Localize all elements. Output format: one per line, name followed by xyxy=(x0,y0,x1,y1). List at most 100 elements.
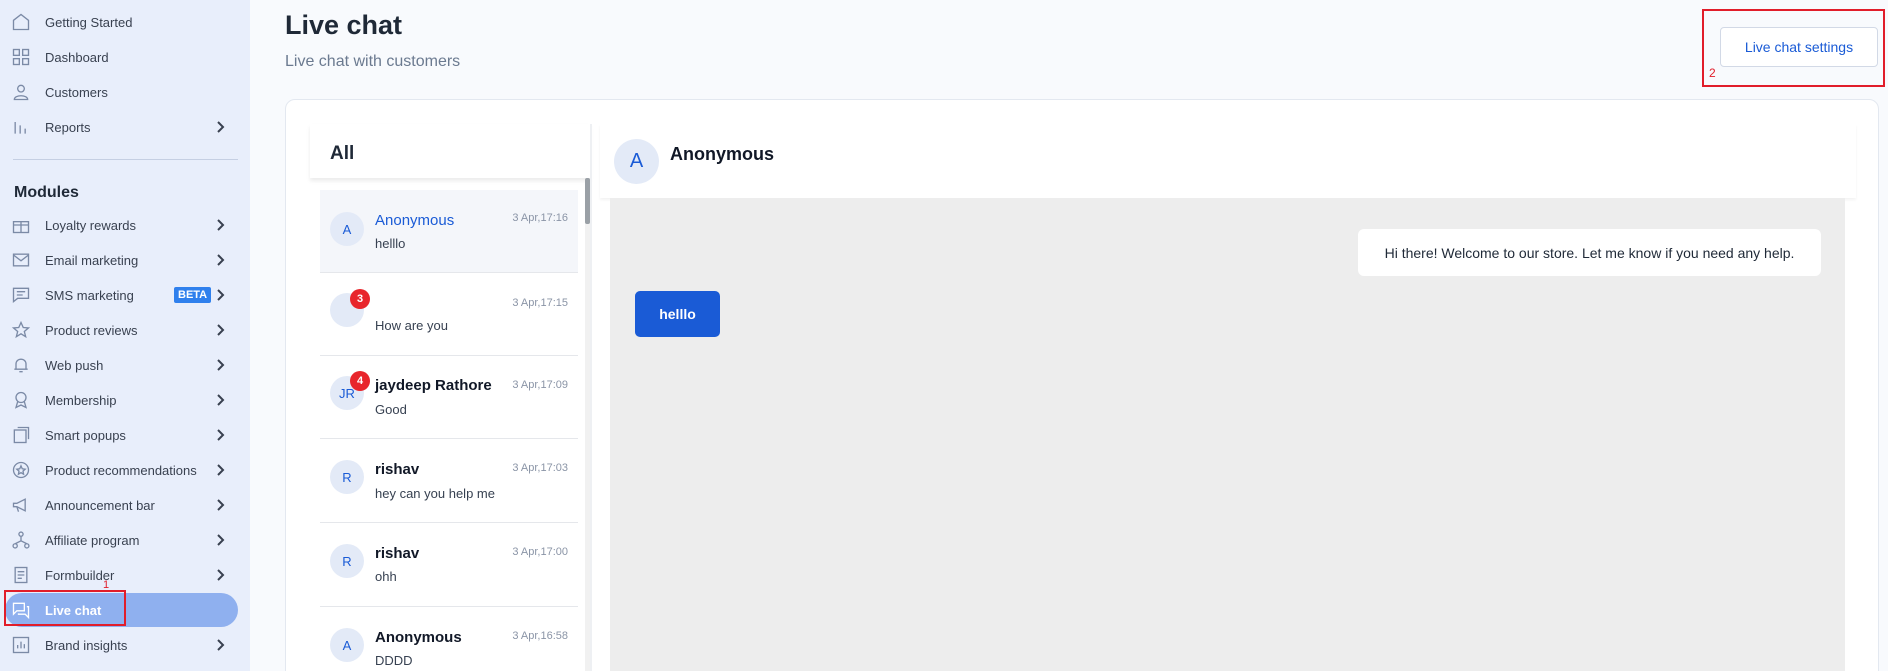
sidebar-item-product-recommendations[interactable]: Product recommendations xyxy=(0,453,250,487)
conversation-last-message: DDDD xyxy=(375,653,413,668)
chat-contact-name: Anonymous xyxy=(670,144,775,164)
conversation-last-message: helllo xyxy=(375,236,406,251)
sidebar-item-label: SMS marketing xyxy=(45,287,134,303)
sidebar-item-sms-marketing[interactable]: SMS marketing BETA xyxy=(0,278,250,312)
chevron-right-icon xyxy=(213,323,227,337)
sidebar-divider xyxy=(13,159,238,160)
sidebar-item-customers[interactable]: Customers xyxy=(0,75,250,109)
list-separator xyxy=(590,124,592,671)
bar-chart-icon xyxy=(10,116,32,138)
conversation-time: 3 Apr,17:09 xyxy=(512,379,568,391)
gift-icon xyxy=(10,214,32,236)
sidebar-item-label: Affiliate program xyxy=(45,532,140,548)
conversation-item[interactable]: A Anonymous DDDD 3 Apr,16:58 xyxy=(320,608,578,671)
unread-count-badge: 3 xyxy=(350,289,370,309)
sidebar-item-brand-insights[interactable]: Brand insights xyxy=(0,628,250,662)
conversation-time: 3 Apr,17:00 xyxy=(512,546,568,558)
chevron-right-icon xyxy=(213,533,227,547)
sidebar-item-formbuilder[interactable]: Formbuilder xyxy=(0,558,250,592)
conversation-item[interactable]: 3 How are you 3 Apr,17:15 xyxy=(320,273,578,356)
conversation-item[interactable]: R rishav hey can you help me 3 Apr,17:03 xyxy=(320,440,578,523)
sidebar-item-label: Membership xyxy=(45,392,117,408)
sidebar-item-product-reviews[interactable]: Product reviews xyxy=(0,313,250,347)
home-icon xyxy=(10,11,32,33)
grid-icon xyxy=(10,46,32,68)
popup-icon xyxy=(10,424,32,446)
beta-badge: BETA xyxy=(174,287,212,303)
sidebar-item-label: Announcement bar xyxy=(45,497,155,513)
sidebar-item-label: Smart popups xyxy=(45,427,126,443)
sidebar-item-label: Brand insights xyxy=(45,637,128,653)
message-icon xyxy=(10,284,32,306)
conversation-item[interactable]: R rishav ohh 3 Apr,17:00 xyxy=(320,524,578,607)
conversation-time: 3 Apr,17:16 xyxy=(512,212,568,224)
avatar: A xyxy=(330,628,364,662)
annotation-label-1: 1 xyxy=(103,579,110,591)
chevron-right-icon xyxy=(213,288,227,302)
megaphone-icon xyxy=(10,494,32,516)
conversation-name: Anonymous xyxy=(375,212,455,229)
sidebar-item-loyalty-rewards[interactable]: Loyalty rewards xyxy=(0,208,250,242)
conversation-item[interactable]: JR 4 jaydeep Rathore Good 3 Apr,17:09 xyxy=(320,356,578,439)
form-icon xyxy=(10,564,32,586)
avatar: A xyxy=(330,212,364,246)
conversation-time: 3 Apr,16:58 xyxy=(512,630,568,642)
conversation-last-message: ohh xyxy=(375,569,397,584)
sidebar-item-email-marketing[interactable]: Email marketing xyxy=(0,243,250,277)
chevron-right-icon xyxy=(213,463,227,477)
award-icon xyxy=(10,389,32,411)
conversation-item[interactable]: A Anonymous helllo 3 Apr,17:16 xyxy=(320,190,578,273)
annotation-box-1 xyxy=(4,590,126,626)
chevron-right-icon xyxy=(213,428,227,442)
sidebar-item-getting-started[interactable]: Getting Started xyxy=(0,5,250,39)
sidebar-item-announcement-bar[interactable]: Announcement bar xyxy=(0,488,250,522)
sidebar-item-membership[interactable]: Membership xyxy=(0,383,250,417)
chevron-right-icon xyxy=(213,568,227,582)
bell-icon xyxy=(10,354,32,376)
sidebar-item-label: Product recommendations xyxy=(45,462,197,478)
chat-avatar: A xyxy=(614,139,659,184)
mail-icon xyxy=(10,249,32,271)
sidebar-item-web-push[interactable]: Web push xyxy=(0,348,250,382)
sidebar-item-reports[interactable]: Reports xyxy=(0,110,250,144)
network-icon xyxy=(10,529,32,551)
chat-header: A Anonymous xyxy=(600,124,1856,198)
conversation-name: jaydeep Rathore xyxy=(375,377,492,394)
user-icon xyxy=(10,81,32,103)
insights-icon xyxy=(10,634,32,656)
conversation-last-message: hey can you help me xyxy=(375,486,495,501)
sidebar-item-smart-popups[interactable]: Smart popups xyxy=(0,418,250,452)
sidebar-item-label: Email marketing xyxy=(45,252,139,268)
sidebar-item-label: Web push xyxy=(45,357,104,373)
chevron-right-icon xyxy=(213,253,227,267)
conversation-name: Anonymous xyxy=(375,629,462,646)
sidebar-item-label: Product reviews xyxy=(45,322,138,338)
badge-star-icon xyxy=(10,459,32,481)
conversation-scrollbar[interactable] xyxy=(585,178,590,671)
conversation-scrollbar-thumb[interactable] xyxy=(585,178,590,224)
annotation-box-2 xyxy=(1702,9,1885,87)
chevron-right-icon xyxy=(213,393,227,407)
sidebar-item-dashboard[interactable]: Dashboard xyxy=(0,40,250,74)
chevron-right-icon xyxy=(213,120,227,134)
star-icon xyxy=(10,319,32,341)
sidebar-item-label: Loyalty rewards xyxy=(45,217,137,233)
conversation-time: 3 Apr,17:15 xyxy=(512,297,568,309)
unread-count-badge: 4 xyxy=(350,371,370,391)
filter-label: All xyxy=(330,143,355,164)
conversation-name: rishav xyxy=(375,545,420,562)
conversation-time: 3 Apr,17:03 xyxy=(512,462,568,474)
annotation-label-2: 2 xyxy=(1709,66,1716,80)
sidebar-item-label: Customers xyxy=(45,84,108,100)
conversation-last-message: Good xyxy=(375,402,407,417)
sidebar-item-label: Dashboard xyxy=(45,49,109,65)
sidebar-item-label: Reports xyxy=(45,119,91,135)
agent-message-bubble: Hi there! Welcome to our store. Let me k… xyxy=(1358,229,1821,276)
sidebar-item-label: Getting Started xyxy=(45,14,133,30)
sidebar-item-affiliate-program[interactable]: Affiliate program xyxy=(0,523,250,557)
conversation-last-message: How are you xyxy=(375,318,448,333)
avatar: R xyxy=(330,460,364,494)
page-title: Live chat xyxy=(285,10,403,40)
conversation-filter-header[interactable]: All xyxy=(310,124,590,178)
modules-heading: Modules xyxy=(14,184,79,201)
